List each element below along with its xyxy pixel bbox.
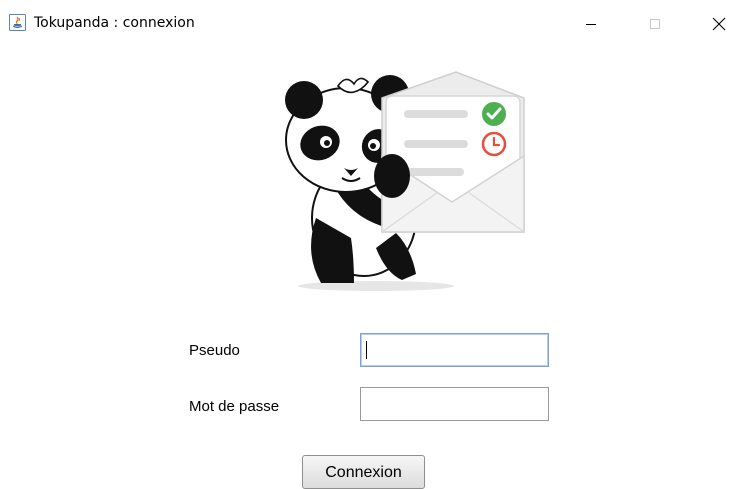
close-icon	[712, 17, 726, 31]
text-caret	[366, 341, 367, 359]
window-title: Tokupanda : connexion	[34, 15, 195, 31]
password-label: Mot de passe	[189, 398, 280, 415]
maximize-icon	[650, 19, 660, 29]
clock-icon	[481, 131, 507, 157]
minimize-button[interactable]	[568, 0, 614, 48]
connexion-button[interactable]: Connexion	[302, 455, 425, 489]
pseudo-label: Pseudo	[189, 342, 240, 359]
java-icon[interactable]	[9, 14, 26, 31]
password-input[interactable]	[360, 387, 549, 421]
panda-mail-illustration	[285, 71, 525, 291]
maximize-button[interactable]	[632, 0, 678, 48]
minimize-icon	[586, 24, 596, 25]
pseudo-input[interactable]	[360, 333, 549, 367]
close-button[interactable]	[696, 0, 730, 48]
check-icon	[482, 102, 506, 126]
title-bar: Tokupanda : connexion	[0, 0, 730, 48]
